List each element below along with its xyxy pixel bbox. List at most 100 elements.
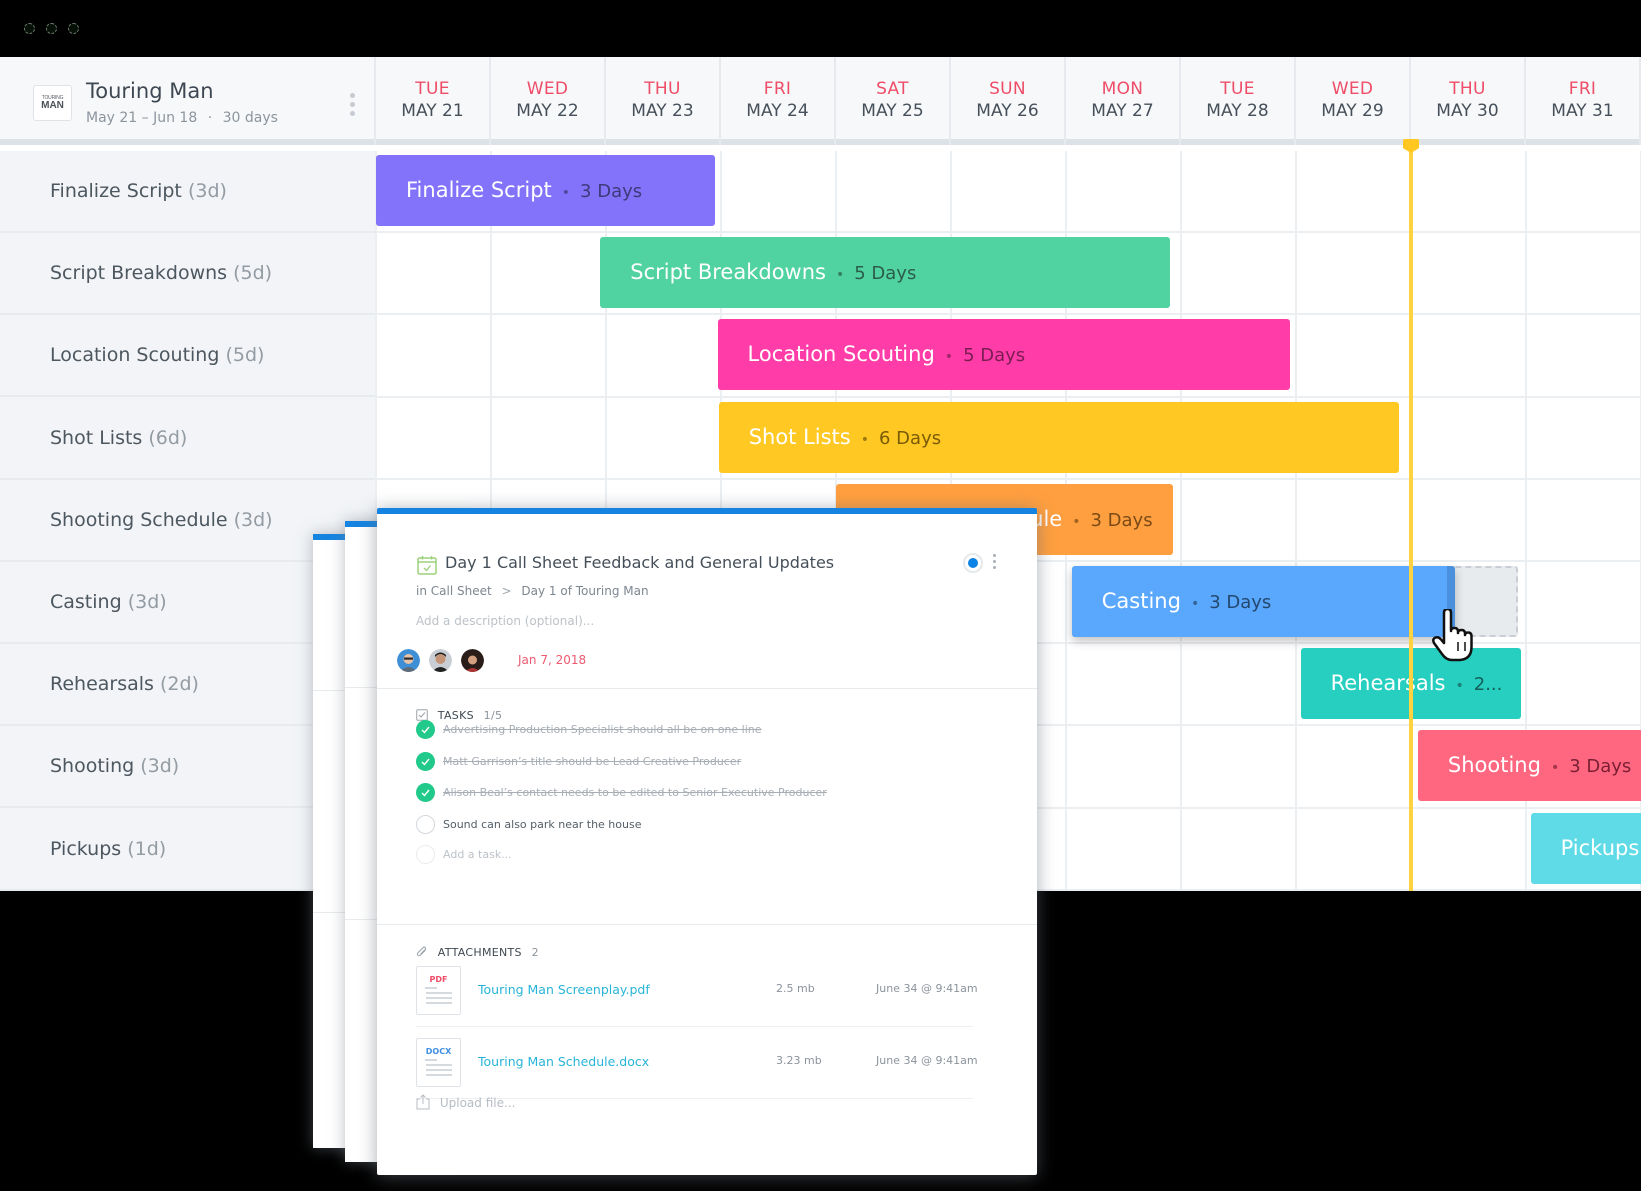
calendar-check-icon	[417, 556, 437, 575]
document-file-icon: DOCX	[416, 1038, 461, 1087]
card-title[interactable]: Day 1 Call Sheet Feedback and General Up…	[445, 553, 834, 572]
day-of-week: WED	[1331, 79, 1374, 99]
checklist-item-text: Alison Beal’s contact needs to be edited…	[443, 786, 827, 799]
task-detail-card: Day 1 Call Sheet Feedback and General Up…	[377, 508, 1037, 1175]
upload-label: Upload file...	[439, 1096, 516, 1110]
gantt-bar[interactable]: Shooting • 3 Days	[1417, 730, 1641, 802]
attachment-name-link[interactable]: Touring Man Screenplay.pdf	[478, 982, 650, 997]
task-duration: (3d)	[140, 755, 180, 778]
bar-duration: 3 Days	[1209, 592, 1272, 613]
attachments-heading-label: ATTACHMENTS	[437, 946, 522, 959]
bar-label: Casting	[1101, 589, 1181, 613]
bar-label: Shot Lists	[748, 424, 851, 449]
assignee-avatar[interactable]	[461, 649, 484, 672]
unchecked-circle-icon[interactable]	[416, 814, 435, 834]
gantt-bar[interactable]: Finalize Script • 3 Days	[376, 155, 716, 226]
bar-separator: •	[944, 349, 954, 366]
day-column-header: TUE MAY 21	[376, 57, 491, 145]
card-menu-kebab-icon[interactable]	[993, 554, 997, 572]
day-date: MAY 23	[631, 101, 694, 121]
card-divider	[377, 688, 1037, 689]
assignee-avatar[interactable]	[397, 649, 420, 672]
bar-duration: 2...	[1473, 674, 1503, 696]
grid-row-line	[376, 395, 1641, 398]
card-divider	[377, 924, 1037, 925]
grid-column-line	[1295, 151, 1297, 891]
task-duration: (5d)	[233, 262, 273, 285]
day-date: MAY 26	[976, 101, 1039, 121]
project-info: TOURING MAN Touring Man May 21 – Jun 18 …	[0, 57, 376, 145]
day-of-week: TUE	[1220, 79, 1255, 99]
bar-label: Rehearsals	[1330, 671, 1446, 696]
window-close-button[interactable]	[24, 23, 35, 34]
task-duration: (3d)	[233, 508, 273, 531]
task-duration: (3d)	[127, 591, 167, 613]
day-column-header: FRI MAY 24	[721, 57, 836, 145]
breadcrumb-current[interactable]: Day 1 of Touring Man	[521, 584, 648, 598]
day-of-week: WED	[526, 79, 569, 99]
attachments-heading: ATTACHMENTS 2	[416, 946, 539, 959]
task-row-label[interactable]: Shot Lists (6d)	[0, 398, 376, 480]
task-row-label[interactable]: Finalize Script (3d)	[0, 151, 376, 233]
hand-pointer-cursor-icon	[1432, 609, 1473, 662]
task-duration: (5d)	[225, 344, 265, 367]
checked-circle-icon[interactable]	[416, 720, 435, 739]
grid-row-line	[376, 231, 1641, 234]
bar-label: Location Scouting	[747, 342, 935, 367]
day-date: MAY 31	[1551, 101, 1614, 121]
gantt-bar[interactable]: Location Scouting • 5 Days	[717, 319, 1291, 391]
upload-icon	[416, 1094, 430, 1110]
bar-separator: •	[561, 185, 571, 201]
day-column-header: SUN MAY 26	[951, 57, 1066, 145]
due-date[interactable]: Jan 7, 2018	[518, 653, 586, 667]
task-name: Location Scouting	[50, 344, 220, 367]
day-column-header: MON MAY 27	[1066, 57, 1181, 145]
window-titlebar	[0, 0, 1641, 57]
bar-duration: 5 Days	[963, 345, 1026, 367]
day-column-header: TUE MAY 28	[1181, 57, 1296, 145]
window-minimize-button[interactable]	[46, 23, 57, 34]
attachment-name-link[interactable]: Touring Man Schedule.docx	[478, 1054, 649, 1069]
status-indicator[interactable]	[963, 553, 983, 573]
grid-row-line	[376, 313, 1641, 316]
project-date-range: May 21 – Jun 18	[86, 110, 198, 126]
day-of-week: SAT	[876, 79, 909, 99]
task-row-label[interactable]: Location Scouting (5d)	[0, 315, 376, 398]
description-input[interactable]: Add a description (optional)...	[416, 614, 594, 628]
task-duration: (1d)	[127, 837, 167, 860]
checklist-item-text: Advertising Production Specialist should…	[443, 723, 762, 736]
task-name: Shot Lists	[50, 426, 143, 449]
paperclip-icon	[416, 946, 427, 957]
bar-label: Finalize Script	[406, 178, 552, 202]
add-task-input[interactable]: Add a task...	[443, 845, 512, 865]
task-name: Shooting	[50, 755, 135, 778]
gantt-bar[interactable]: Script Breakdowns • 5 Days	[600, 237, 1170, 309]
gantt-bar[interactable]: Shot Lists • 6 Days	[718, 401, 1400, 473]
day-column-header: THU MAY 30	[1411, 57, 1526, 145]
day-date: MAY 25	[861, 101, 924, 121]
task-name: Shooting Schedule	[50, 508, 228, 531]
day-of-week: MON	[1101, 79, 1144, 99]
bar-label: Shooting	[1447, 753, 1541, 778]
task-name: Script Breakdowns	[50, 262, 228, 285]
window-maximize-button[interactable]	[68, 23, 79, 34]
project-menu-kebab-icon[interactable]	[350, 93, 356, 120]
assignee-avatar[interactable]	[429, 649, 452, 672]
upload-file-button[interactable]: Upload file...	[416, 1094, 515, 1110]
breadcrumb-prefix: in	[416, 584, 427, 598]
attachments-count: 2	[531, 946, 539, 959]
grid-column-line	[1180, 151, 1182, 891]
task-name: Casting	[50, 591, 122, 613]
attachment-date: June 34 @ 9:41am	[876, 982, 978, 995]
attachment-row[interactable]: PDF Touring Man Screenplay.pdf 2.5 mb June …	[416, 966, 978, 1038]
day-column-header: WED MAY 29	[1296, 57, 1411, 145]
task-name: Rehearsals	[50, 673, 154, 696]
document-file-icon: PDF	[416, 966, 461, 1015]
gantt-bar[interactable]: Casting • 3 Days	[1071, 566, 1455, 637]
checked-circle-icon[interactable]	[416, 783, 435, 802]
task-row-label[interactable]: Script Breakdowns (5d)	[0, 233, 376, 316]
checked-circle-icon[interactable]	[416, 751, 435, 771]
gantt-bar[interactable]: Pickups...	[1530, 812, 1641, 884]
breadcrumb-parent[interactable]: Call Sheet	[431, 584, 492, 598]
file-type-label: PDF	[429, 975, 448, 984]
